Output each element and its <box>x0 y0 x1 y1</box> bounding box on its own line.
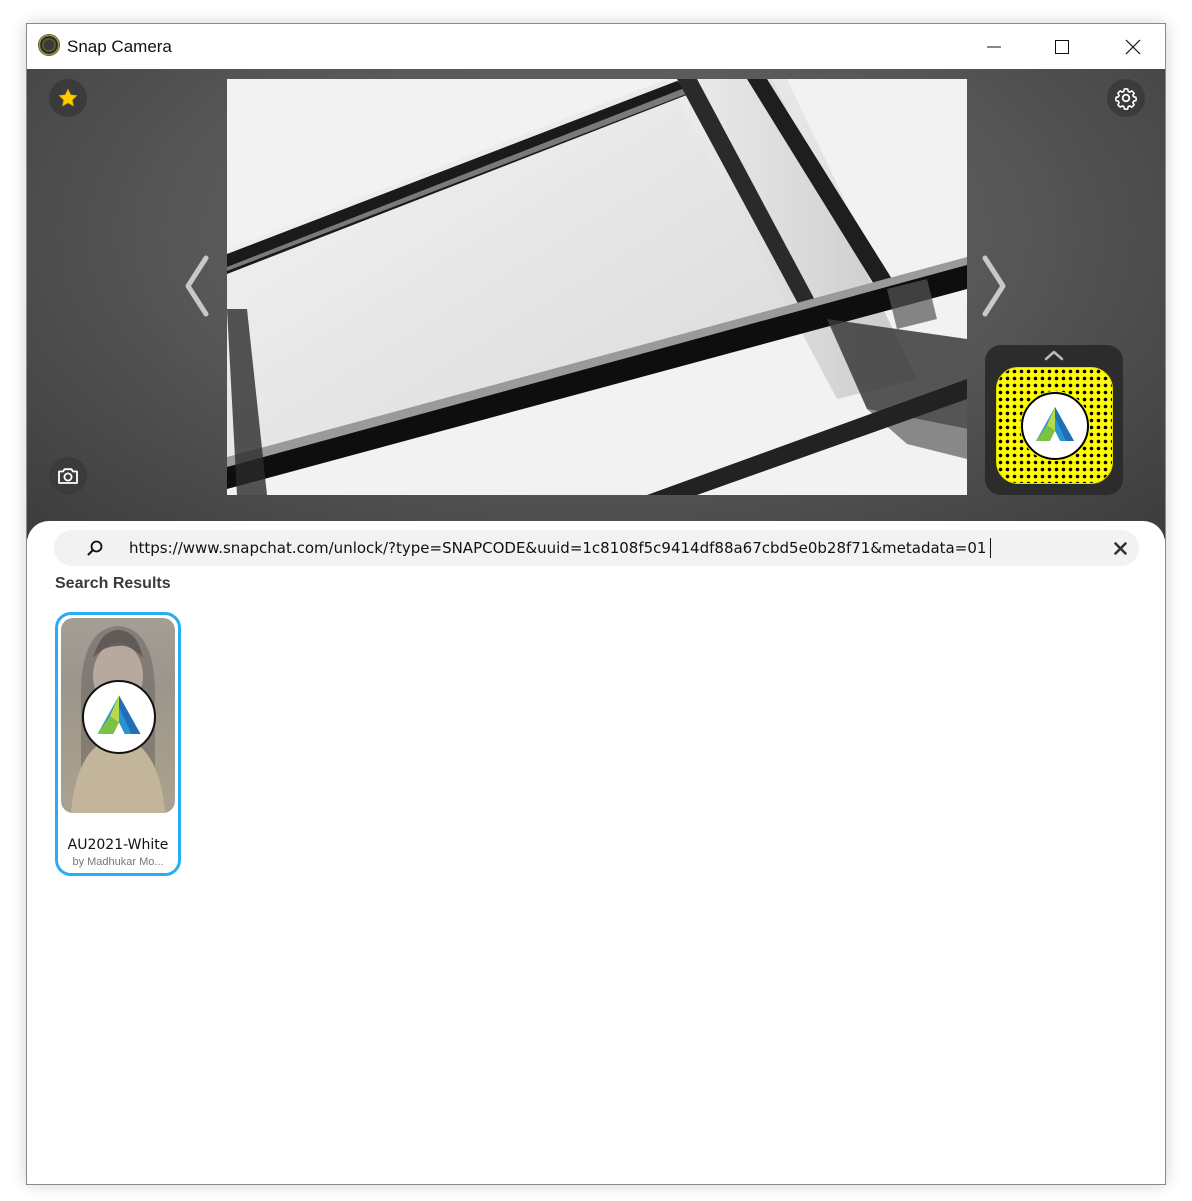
camera-icon <box>58 468 78 484</box>
search-results-heading: Search Results <box>55 575 171 592</box>
previous-lens-button[interactable] <box>182 254 212 318</box>
camera-preview <box>227 79 967 495</box>
autodesk-logo-icon <box>1036 407 1074 441</box>
snap-camera-logo-icon <box>38 34 60 56</box>
minimize-icon <box>987 46 1001 47</box>
text-caret <box>990 538 991 558</box>
star-icon <box>58 88 78 107</box>
close-icon <box>1125 39 1141 54</box>
favorites-button[interactable] <box>49 79 87 117</box>
snapcode <box>996 367 1113 484</box>
snap-camera-window: Snap Camera https://www.snapchat.com/unl… <box>26 23 1166 1185</box>
close-icon <box>1113 541 1127 555</box>
lens-thumbnail <box>61 618 175 813</box>
camera-feed-image <box>227 79 967 495</box>
window-title: Snap Camera <box>67 37 172 56</box>
gear-icon <box>1115 88 1137 110</box>
chevron-right-icon <box>982 255 1006 317</box>
minimize-button[interactable] <box>971 24 1017 69</box>
take-snapshot-button[interactable] <box>49 457 87 495</box>
snapcode-lens-logo <box>1020 391 1090 461</box>
maximize-icon <box>1055 39 1069 54</box>
lens-search-panel: Search Results <box>27 521 1165 1184</box>
autodesk-logo-icon <box>97 695 141 734</box>
clear-search-button[interactable] <box>1110 538 1130 558</box>
lens-result-card[interactable]: AU2021-White by Madhukar Mo... <box>55 612 181 876</box>
camera-view <box>27 69 1165 539</box>
next-lens-button[interactable] <box>979 254 1009 318</box>
maximize-button[interactable] <box>1039 24 1085 69</box>
lens-author: by Madhukar Mo... <box>72 856 164 868</box>
settings-button[interactable] <box>1107 79 1145 117</box>
close-window-button[interactable] <box>1110 24 1156 69</box>
search-input[interactable] <box>129 536 1029 560</box>
chevron-up-icon <box>1044 350 1064 361</box>
search-icon <box>87 540 103 556</box>
title-bar: Snap Camera <box>27 24 1165 69</box>
lens-name: AU2021-White <box>67 837 169 853</box>
active-lens-snapcode[interactable] <box>985 345 1123 495</box>
search-bar[interactable] <box>54 530 1139 566</box>
lens-logo <box>82 680 156 754</box>
chevron-left-icon <box>185 255 209 317</box>
